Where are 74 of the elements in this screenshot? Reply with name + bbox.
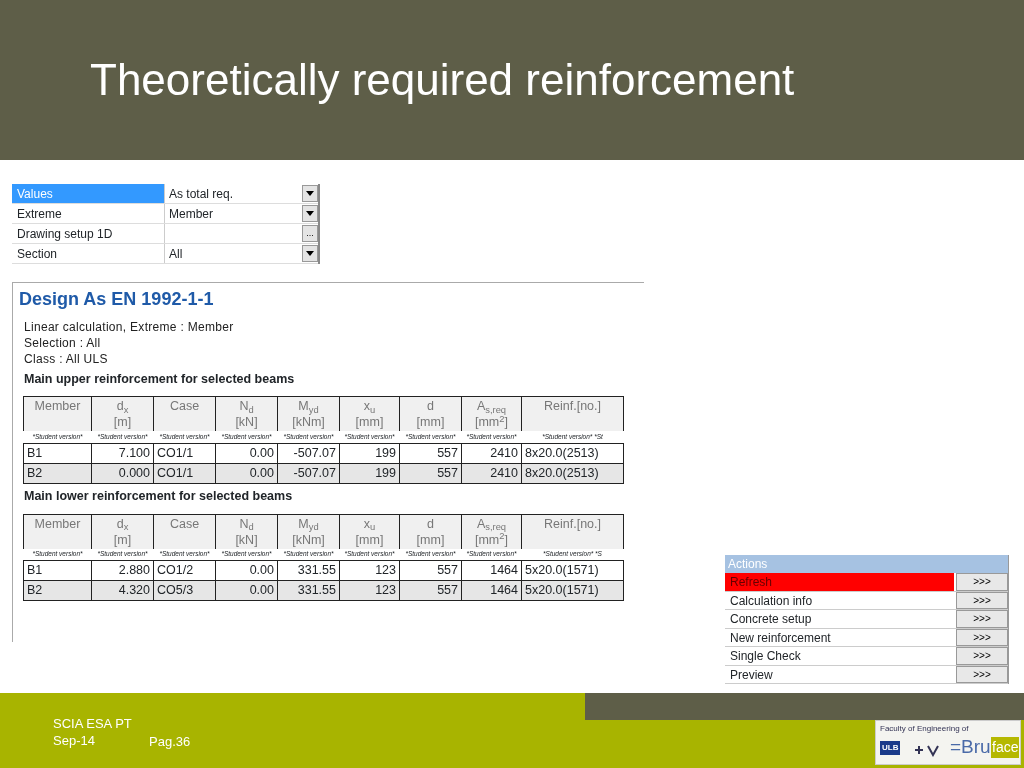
column-header: Member	[23, 396, 92, 432]
column-header: x$_{u}$ [mm]	[339, 514, 400, 549]
footer-text: SCIA ESA PT	[53, 715, 132, 732]
property-label[interactable]: Drawing setup 1D	[12, 224, 165, 243]
column-header: M$_{yd}$ [kNm]	[277, 514, 340, 549]
column-header: Reinf.[no.]	[521, 514, 624, 549]
logo-text: =Bru	[950, 735, 991, 759]
table-cell: 557	[399, 443, 462, 464]
action-item[interactable]: Preview	[725, 665, 954, 683]
column-header: d$_{x}$ [m]	[91, 396, 154, 432]
dropdown-button[interactable]	[302, 245, 318, 262]
table-cell: 5x20.0(1571)	[521, 560, 624, 581]
action-button[interactable]: >>>	[956, 610, 1008, 628]
caret-icon	[306, 251, 314, 256]
caret-icon	[306, 211, 314, 216]
table-cell: 199	[339, 443, 400, 464]
table-cell: 7.100	[91, 443, 154, 464]
column-header: A$_{s,req}$ [mm$^{2}$]	[461, 514, 522, 549]
table-cell: 557	[399, 560, 462, 581]
ellipsis-button[interactable]: ...	[302, 225, 318, 242]
column-header: Member	[23, 514, 92, 549]
dropdown-button[interactable]	[302, 185, 318, 202]
property-value: As total req.	[169, 185, 234, 203]
action-button[interactable]: >>>	[956, 573, 1008, 591]
report-info: Linear calculation, Extreme : Member	[24, 318, 235, 335]
table-cell: 8x20.0(2513)	[521, 443, 624, 464]
report-title: Design As EN 1992-1-1	[19, 289, 215, 311]
column-header: Case	[153, 514, 216, 549]
column-header: Case	[153, 396, 216, 432]
action-item[interactable]: Concrete setup	[725, 610, 954, 628]
column-header: N$_{d}$ [kN]	[215, 396, 278, 432]
panel-title: Actions	[725, 555, 1008, 573]
action-item[interactable]: Single Check	[725, 647, 954, 665]
table-cell: B2	[23, 463, 92, 484]
action-button[interactable]: >>>	[956, 647, 1008, 665]
column-header: d [mm]	[399, 396, 462, 432]
logo-caption: Faculty of Engineering of	[880, 723, 969, 735]
dropdown-button[interactable]	[302, 205, 318, 222]
column-header: A$_{s,req}$ [mm$^{2}$]	[461, 396, 522, 432]
table-heading: Main lower reinforcement for selected beams	[24, 487, 294, 505]
column-header: d [mm]	[399, 514, 462, 549]
table-cell: B1	[23, 560, 92, 581]
action-item[interactable]: New reinforcement	[725, 628, 954, 646]
footer-text: Sep-14	[53, 732, 96, 749]
property-label[interactable]: Extreme	[12, 204, 165, 223]
table-cell: CO1/1	[153, 443, 216, 464]
table-cell: CO1/2	[153, 560, 216, 581]
property-value: Member	[169, 205, 213, 223]
report-info: Selection : All	[24, 334, 102, 351]
table-cell: 1464	[461, 560, 522, 581]
table-heading: Main upper reinforcement for selected beams	[24, 370, 296, 388]
property-value: All	[169, 245, 183, 263]
action-item[interactable]: Calculation info	[725, 591, 954, 609]
table-cell: 0.00	[215, 560, 278, 581]
table-cell: B2	[23, 580, 92, 601]
table-cell: 2410	[461, 443, 522, 464]
property-label[interactable]: Section	[12, 244, 165, 263]
report-info: Class : All ULS	[24, 350, 109, 367]
table-cell: 2.880	[91, 560, 154, 581]
column-header: d$_{x}$ [m]	[91, 514, 154, 549]
logo-mark: ULB	[880, 741, 901, 755]
table-cell: 0.00	[215, 443, 278, 464]
column-header: Reinf.[no.]	[521, 396, 624, 432]
table-cell: 331.55	[277, 560, 340, 581]
column-header: N$_{d}$ [kN]	[215, 514, 278, 549]
column-header: x$_{u}$ [mm]	[339, 396, 400, 432]
table-cell: 123	[339, 560, 400, 581]
column-header: M$_{yd}$ [kNm]	[277, 396, 340, 432]
caret-icon	[306, 191, 314, 196]
table-cell: B1	[23, 443, 92, 464]
logo-text: face	[991, 737, 1020, 758]
page-number: Pag.36	[149, 733, 191, 751]
slide-title: Theoretically required reinforcement	[90, 53, 795, 106]
table-cell: -507.07	[277, 443, 340, 464]
